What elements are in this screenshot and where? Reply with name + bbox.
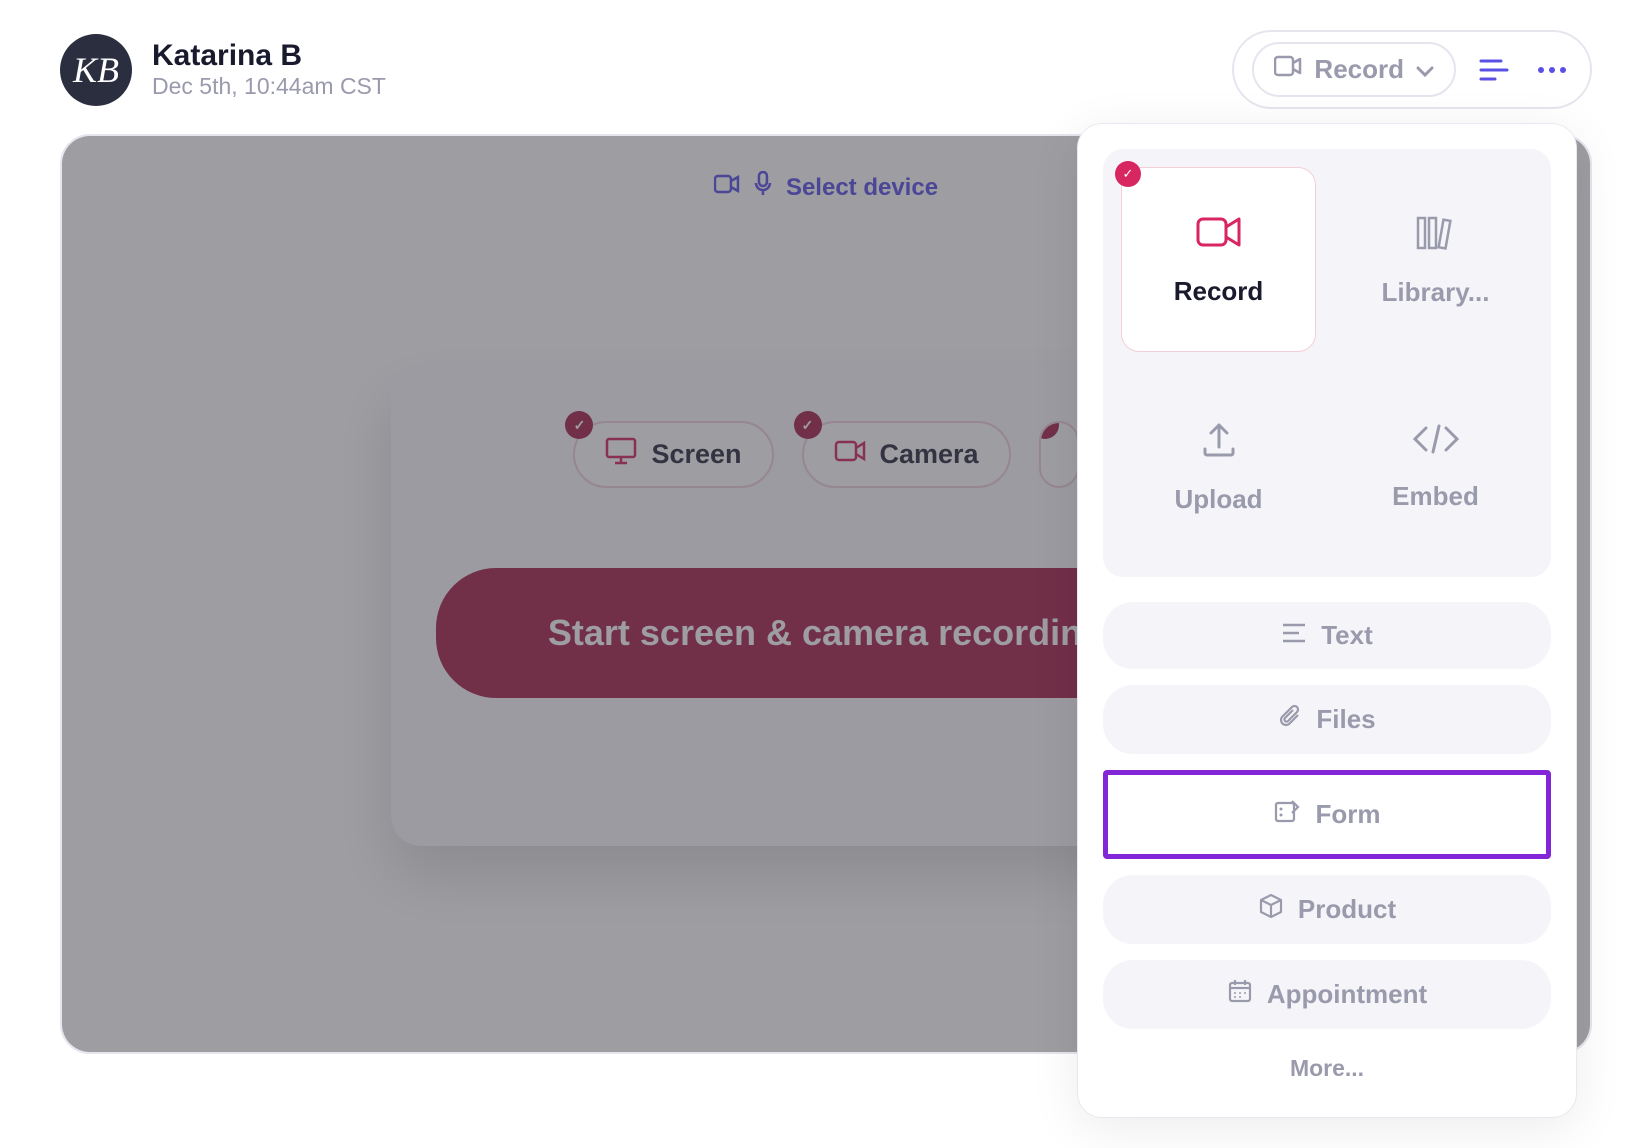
more-icon [1537,66,1567,74]
appointment-button[interactable]: Appointment [1103,960,1551,1029]
embed-icon [1411,422,1461,461]
form-button[interactable]: Form [1110,781,1544,848]
chevron-down-icon [1416,54,1434,85]
product-button-label: Product [1298,894,1396,925]
header-controls: Record [1232,30,1592,109]
form-button-label: Form [1316,799,1381,830]
calendar-icon [1227,978,1253,1011]
check-icon: ✓ [1115,161,1141,187]
library-icon [1414,212,1458,257]
more-link[interactable]: More... [1103,1045,1551,1092]
camera-icon [1195,213,1243,256]
upload-icon [1199,419,1239,464]
text-button-label: Text [1321,620,1373,651]
list-icon-button[interactable] [1474,50,1514,90]
record-option-label: Record [1174,276,1264,307]
add-content-popup: ✓ Record Library... Upload Embed [1077,123,1577,1118]
library-option[interactable]: Library... [1338,167,1533,352]
files-button[interactable]: Files [1103,685,1551,754]
more-icon-button[interactable] [1532,50,1572,90]
embed-option[interactable]: Embed [1338,374,1533,559]
media-grid: ✓ Record Library... Upload Embed [1103,149,1551,577]
form-icon [1274,799,1302,830]
record-option[interactable]: ✓ Record [1121,167,1316,352]
record-dropdown-button[interactable]: Record [1252,42,1456,97]
upload-option[interactable]: Upload [1121,374,1316,559]
user-name: Katarina B [152,39,386,73]
embed-option-label: Embed [1392,481,1479,512]
files-button-label: Files [1316,704,1375,735]
user-info: KB Katarina B Dec 5th, 10:44am CST [60,34,386,106]
form-highlight: Form [1103,770,1551,859]
text-button[interactable]: Text [1103,602,1551,669]
upload-option-label: Upload [1174,484,1262,515]
text-icon [1281,620,1307,651]
list-icon [1479,58,1509,82]
library-option-label: Library... [1382,277,1490,308]
appointment-button-label: Appointment [1267,979,1427,1010]
timestamp: Dec 5th, 10:44am CST [152,73,386,100]
avatar-initials: KB [73,49,119,91]
box-icon [1258,893,1284,926]
paperclip-icon [1278,703,1302,736]
camera-icon [1274,54,1302,85]
header: KB Katarina B Dec 5th, 10:44am CST Recor… [60,30,1592,109]
avatar[interactable]: KB [60,34,132,106]
product-button[interactable]: Product [1103,875,1551,944]
record-dropdown-label: Record [1314,54,1404,85]
user-text: Katarina B Dec 5th, 10:44am CST [152,39,386,100]
